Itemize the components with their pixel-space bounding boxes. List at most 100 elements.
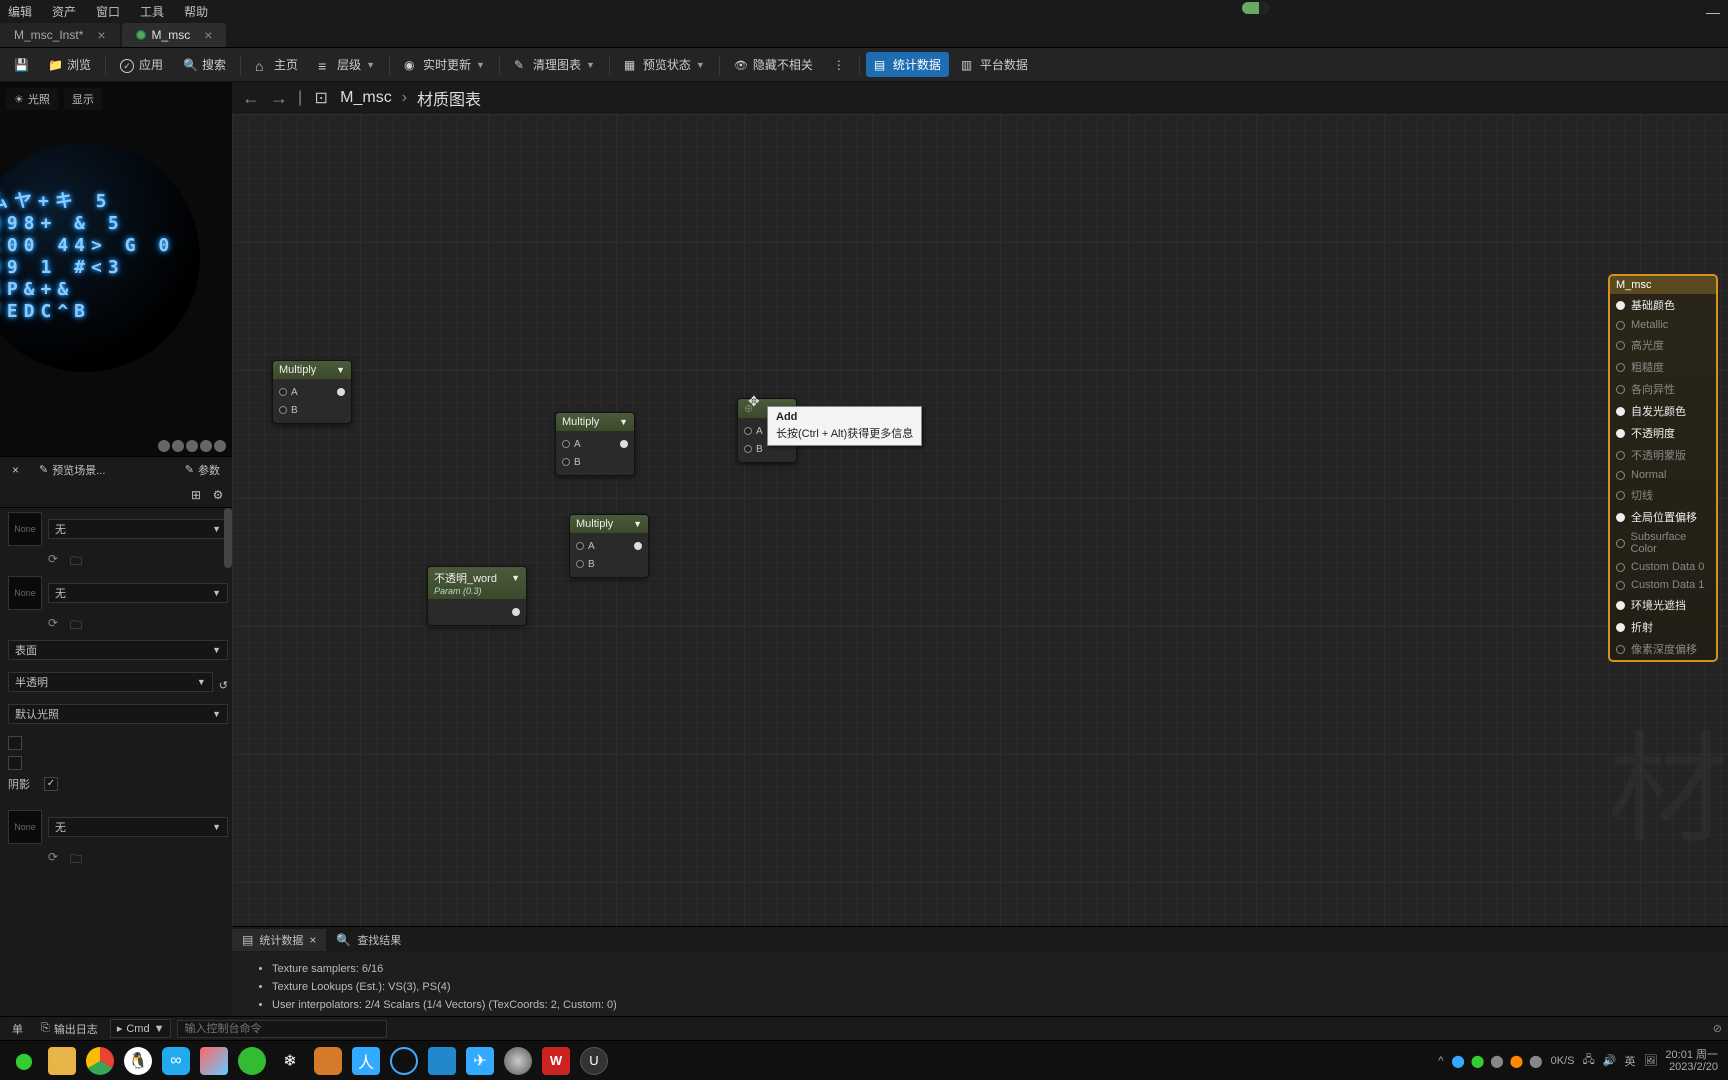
taskbar-app-icon[interactable]: [504, 1047, 532, 1075]
preview-state-button[interactable]: 预览状态▼: [616, 52, 713, 77]
checkbox[interactable]: [8, 756, 22, 770]
shape-sphere-icon[interactable]: [172, 440, 184, 452]
gear-icon[interactable]: [210, 487, 226, 503]
window-minimize[interactable]: —: [1706, 4, 1720, 20]
texture-dropdown[interactable]: 无▼: [48, 583, 228, 603]
nav-forward-button[interactable]: [270, 88, 288, 109]
nav-back-button[interactable]: [242, 88, 260, 109]
pin-in-b[interactable]: [744, 445, 752, 453]
pin-in-a[interactable]: [576, 542, 584, 550]
texture-thumb[interactable]: None: [8, 810, 42, 844]
parameters-tab[interactable]: 参数: [177, 459, 228, 481]
cast-shadow-checkbox[interactable]: [44, 777, 58, 791]
output-pin[interactable]: Custom Data 1: [1610, 576, 1716, 594]
close-icon[interactable]: ×: [309, 933, 316, 947]
taskbar-app-icon[interactable]: 人: [352, 1047, 380, 1075]
tray-network-icon[interactable]: 🖧: [1582, 1051, 1594, 1070]
live-update-button[interactable]: 实时更新▼: [396, 52, 493, 77]
folder-icon[interactable]: [70, 552, 86, 566]
output-pin[interactable]: Normal: [1610, 466, 1716, 484]
menu-tools[interactable]: 工具: [140, 3, 164, 20]
apply-button[interactable]: 应用: [112, 52, 171, 77]
menu-window[interactable]: 窗口: [96, 3, 120, 20]
browse-button[interactable]: 浏览: [40, 52, 99, 77]
taskbar-wps-icon[interactable]: W: [542, 1047, 570, 1075]
taskbar-app-icon[interactable]: [238, 1047, 266, 1075]
taskbar-unreal-icon[interactable]: U: [580, 1047, 608, 1075]
platform-data-button[interactable]: 平台数据: [953, 52, 1036, 77]
shape-custom-icon[interactable]: [214, 440, 226, 452]
node-multiply-1[interactable]: Multiply▼ A B: [272, 360, 352, 424]
tray-volume-icon[interactable]: 🔊: [1603, 1054, 1617, 1067]
tab-m_msc_inst[interactable]: M_msc_Inst* ×: [0, 23, 120, 47]
toggle-indicator[interactable]: [1242, 2, 1270, 14]
shape-plane-icon[interactable]: [186, 440, 198, 452]
hide-unrelated-button[interactable]: 隐藏不相关: [726, 52, 821, 77]
tray-icon[interactable]: ⬤: [1529, 1054, 1542, 1068]
layers-button[interactable]: 层级▼: [310, 52, 383, 77]
preview-scene-tab[interactable]: 预览场景...: [31, 459, 113, 481]
blend-mode-dropdown[interactable]: 半透明▼: [8, 672, 213, 692]
folder-icon[interactable]: [70, 850, 86, 864]
output-pin[interactable]: 像素深度偏移: [1610, 638, 1716, 660]
taskbar-app-icon[interactable]: [390, 1047, 418, 1075]
tray-icon[interactable]: ⬤: [1490, 1054, 1503, 1068]
lit-mode-button[interactable]: 光照: [6, 88, 58, 110]
pin-out[interactable]: [634, 542, 642, 550]
material-output-node[interactable]: M_msc 基础颜色Metallic高光度粗糙度各向异性自发光颜色不透明度不透明…: [1608, 274, 1718, 662]
reset-icon[interactable]: [48, 850, 64, 864]
find-results-tab[interactable]: 查找结果: [326, 929, 411, 951]
close-details-button[interactable]: ×: [4, 460, 27, 480]
folder-icon[interactable]: [70, 616, 86, 630]
close-icon[interactable]: ×: [204, 27, 212, 43]
tray-icon[interactable]: ⬤: [1471, 1054, 1484, 1068]
output-pin[interactable]: 全局位置偏移: [1610, 506, 1716, 528]
taskbar-app-icon[interactable]: ❄: [276, 1047, 304, 1075]
breadcrumb-graph[interactable]: 材质图表: [417, 86, 481, 110]
material-graph[interactable]: 材 Multiply▼ A B Multiply▼ A B Multiply▼: [232, 114, 1728, 926]
reset-icon[interactable]: [48, 552, 64, 566]
shape-cylinder-icon[interactable]: [158, 440, 170, 452]
pin-in-b[interactable]: [279, 406, 287, 414]
taskbar-app-icon[interactable]: ∞: [162, 1047, 190, 1075]
output-pin[interactable]: 环境光遮挡: [1610, 594, 1716, 616]
menu-help[interactable]: 帮助: [184, 3, 208, 20]
show-button[interactable]: 显示: [64, 88, 102, 110]
tray-ime[interactable]: 英: [1624, 1053, 1635, 1069]
texture-thumb[interactable]: None: [8, 512, 42, 546]
pin-out[interactable]: [620, 440, 628, 448]
console-input[interactable]: [177, 1020, 387, 1038]
pin-in-a[interactable]: [744, 427, 752, 435]
texture-dropdown[interactable]: 无▼: [48, 519, 228, 539]
output-pin[interactable]: 高光度: [1610, 334, 1716, 356]
shading-model-dropdown[interactable]: 默认光照▼: [8, 704, 228, 724]
output-pin[interactable]: 不透明度: [1610, 422, 1716, 444]
grid-view-icon[interactable]: [188, 487, 204, 503]
stats-tab[interactable]: 统计数据 ×: [232, 929, 326, 951]
output-pin[interactable]: Subsurface Color: [1610, 528, 1716, 558]
taskbar-wechat-icon[interactable]: ⬤: [10, 1047, 38, 1075]
home-button[interactable]: 主页: [247, 52, 306, 77]
two-sided-checkbox[interactable]: [8, 736, 22, 750]
output-pin[interactable]: 各向异性: [1610, 378, 1716, 400]
taskbar-app-icon[interactable]: [200, 1047, 228, 1075]
taskbar-qq-icon[interactable]: 🐧: [124, 1047, 152, 1075]
cmd-dropdown[interactable]: ▸Cmd▼: [110, 1019, 172, 1038]
shape-cube-icon[interactable]: [200, 440, 212, 452]
menu-button[interactable]: 单: [6, 1019, 29, 1039]
output-log-button[interactable]: 输出日志: [35, 1019, 104, 1039]
output-pin[interactable]: Metallic: [1610, 316, 1716, 334]
tray-battery-icon[interactable]: 🖼: [1643, 1054, 1657, 1067]
clean-graph-button[interactable]: 清理图表▼: [506, 52, 603, 77]
tab-m_msc[interactable]: M_msc ×: [122, 23, 227, 47]
texture-thumb[interactable]: None: [8, 576, 42, 610]
revert-icon[interactable]: [219, 679, 228, 692]
taskbar-app-icon[interactable]: ✈: [466, 1047, 494, 1075]
pin-out[interactable]: [337, 388, 345, 396]
tray-icon[interactable]: ⬤: [1451, 1054, 1464, 1068]
texture-dropdown[interactable]: 无▼: [48, 817, 228, 837]
close-icon[interactable]: ×: [97, 27, 105, 43]
output-pin[interactable]: 不透明蒙版: [1610, 444, 1716, 466]
pin-in-b[interactable]: [576, 560, 584, 568]
tray-icon[interactable]: ⬤: [1510, 1054, 1523, 1068]
